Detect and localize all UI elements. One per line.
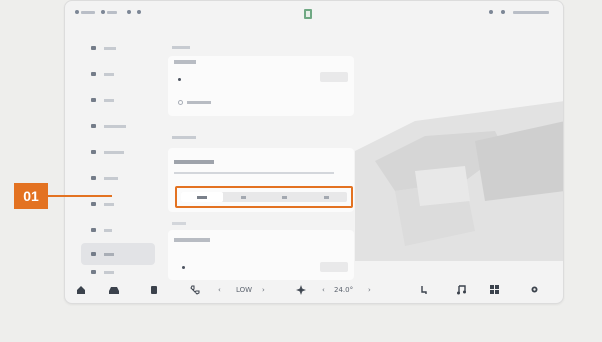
sidebar-item-3[interactable] [81, 89, 155, 111]
card-1-button[interactable] [320, 72, 348, 82]
signal-icon [75, 10, 79, 14]
light-icon [91, 202, 96, 206]
music-icon[interactable] [456, 285, 466, 295]
card-2-label [174, 160, 214, 164]
segment-option-3[interactable] [264, 192, 306, 202]
temperature-label: 24.0° [334, 286, 354, 294]
datetime-text [513, 10, 549, 14]
temp-decrease-button[interactable]: ‹ [322, 286, 325, 294]
card-1-label [174, 60, 196, 64]
segment-option-1[interactable] [181, 192, 223, 202]
phone-icon[interactable] [190, 285, 200, 295]
radio-icon [178, 100, 183, 105]
signal-indicator [75, 10, 95, 14]
callout-line [48, 195, 112, 197]
location-icon [137, 10, 141, 14]
car-icon[interactable] [108, 285, 120, 295]
callout-badge: 01 [14, 183, 48, 209]
sidebar-item-6[interactable] [81, 167, 155, 189]
sound-icon [91, 150, 96, 154]
brand-logo-icon [304, 9, 312, 19]
status-left [75, 10, 141, 14]
status-bar [65, 1, 563, 27]
user-icon [501, 10, 505, 14]
car-icon [91, 72, 96, 76]
sidebar-item-1[interactable] [81, 37, 155, 59]
vehicle-image [355, 81, 563, 261]
fan-decrease-button[interactable]: ‹ [218, 286, 221, 294]
section-2-title [172, 136, 196, 139]
card-3-radio[interactable] [182, 266, 185, 269]
card-3-label [174, 238, 210, 242]
sidebar-item-9[interactable] [81, 243, 155, 265]
seat-icon[interactable] [150, 285, 158, 295]
segment-option-2[interactable] [223, 192, 265, 202]
card-1-option[interactable] [178, 100, 211, 105]
fan-speed-label: LOW [236, 286, 253, 294]
sidebar-item-2[interactable] [81, 63, 155, 85]
card-2-description [174, 172, 334, 174]
settings-icon [91, 124, 96, 128]
bluetooth-icon [127, 10, 131, 14]
settings-panel [168, 40, 358, 280]
settings-sidebar [75, 33, 155, 274]
apps-icon[interactable] [490, 285, 499, 294]
fan-icon[interactable] [296, 285, 306, 295]
seat-heat-icon[interactable] [420, 285, 428, 295]
section-3-title [172, 222, 186, 225]
card-3-button[interactable] [320, 262, 348, 272]
section-1-title [172, 46, 190, 49]
sidebar-item-10[interactable] [81, 267, 155, 277]
user-icon [91, 228, 96, 232]
settings-icon[interactable] [530, 285, 539, 294]
temp-increase-button[interactable]: › [368, 286, 371, 294]
notification-icon [489, 10, 493, 14]
card-1-radio[interactable] [178, 78, 181, 81]
segment-option-4[interactable] [306, 192, 348, 202]
more-icon [91, 270, 96, 274]
apps-icon [91, 252, 96, 256]
fan-increase-button[interactable]: › [262, 286, 265, 294]
wifi-indicator [101, 10, 117, 14]
seat-icon [91, 46, 96, 50]
card-3 [168, 230, 354, 280]
sidebar-item-5[interactable] [81, 141, 155, 163]
card-1 [168, 56, 354, 116]
wifi-icon [101, 10, 105, 14]
vehicle-interior-illustration [355, 101, 563, 261]
bottom-dock: ‹ LOW › ‹ 24.0° › [64, 278, 564, 304]
display-icon [91, 98, 96, 102]
status-right [489, 10, 549, 14]
highlighted-segment-control [175, 186, 353, 208]
lock-icon [91, 176, 96, 180]
sidebar-item-8[interactable] [81, 219, 155, 241]
home-icon[interactable] [76, 285, 86, 295]
sidebar-item-4[interactable] [81, 115, 155, 137]
segment-control [181, 192, 347, 202]
